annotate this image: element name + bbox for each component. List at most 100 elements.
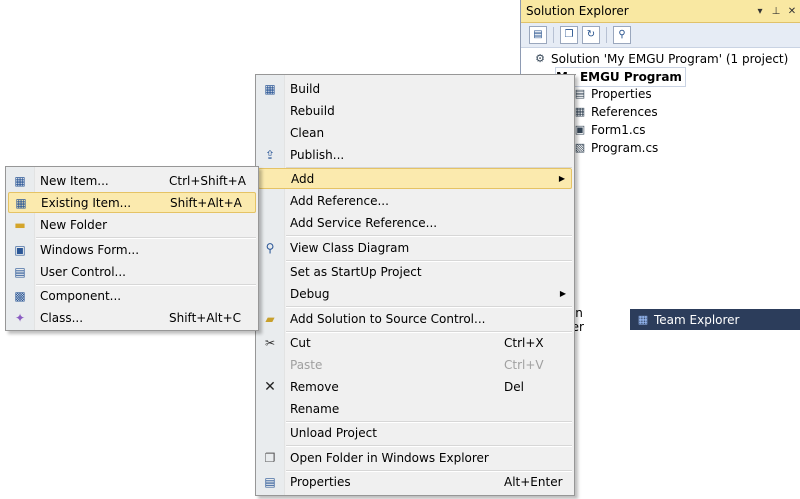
project-context-menu: ▦ Build Rebuild Clean ⇪ Publish... Add ▶… (255, 74, 575, 496)
toolbar-separator (553, 27, 554, 43)
tree-item-form1[interactable]: ▣ Form1.cs (573, 121, 646, 139)
menu-item-user-control[interactable]: ▤ User Control... (8, 261, 256, 282)
publish-icon: ⇪ (264, 147, 276, 162)
menu-item-rename[interactable]: Rename (258, 398, 572, 419)
team-explorer-icon: ▦ (637, 312, 649, 326)
menu-item-cut[interactable]: ✂ Cut Ctrl+X (258, 332, 572, 353)
cut-icon: ✂ (264, 335, 276, 350)
submenu-arrow-icon: ▶ (559, 289, 566, 298)
form-file-icon: ▣ (574, 123, 586, 136)
tree-item-references[interactable]: ▦ References (573, 103, 658, 121)
references-icon: ▦ (574, 105, 586, 118)
solution-icon: ⚙ (535, 52, 545, 65)
menu-item-label: New Folder (40, 217, 108, 232)
close-icon[interactable]: ✕ (784, 6, 800, 17)
menu-item-label: Add Reference... (290, 193, 389, 208)
menu-item-label: Add Service Reference... (290, 215, 438, 230)
shortcut-label: Del (504, 379, 524, 394)
shortcut-label: Ctrl+V (504, 357, 544, 372)
properties-icon[interactable]: ▤ (529, 26, 547, 44)
tree-item-properties[interactable]: ▤ Properties (573, 85, 652, 103)
menu-item-label: Component... (40, 288, 122, 303)
add-submenu: ▦ New Item... Ctrl+Shift+A ▦ Existing It… (5, 166, 259, 331)
remove-icon: ✕ (264, 378, 276, 395)
build-icon: ▦ (264, 81, 276, 96)
menu-item-label: Add (291, 171, 315, 186)
component-icon: ▩ (14, 288, 26, 303)
menu-item-label: User Control... (40, 264, 126, 279)
menu-item-class[interactable]: ✦ Class... Shift+Alt+C (8, 307, 256, 328)
menu-item-build[interactable]: ▦ Build (258, 78, 572, 99)
menu-item-debug[interactable]: Debug ▶ (258, 283, 572, 304)
menu-item-publish[interactable]: ⇪ Publish... (258, 144, 572, 165)
refresh-icon[interactable]: ↻ (582, 26, 600, 44)
shortcut-label: Ctrl+X (504, 335, 544, 350)
tree-item-label: Form1.cs (591, 123, 646, 137)
menu-item-label: Existing Item... (41, 195, 132, 210)
open-folder-icon: ❐ (264, 450, 276, 465)
tree-item-label: Properties (591, 87, 652, 101)
tree-solution-node[interactable]: ⚙ Solution 'My EMGU Program' (1 project) (533, 50, 788, 68)
cs-file-icon: ▧ (574, 141, 586, 154)
class-diagram-icon: ⚲ (265, 240, 275, 255)
menu-item-new-folder[interactable]: ▬ New Folder (8, 214, 256, 235)
source-control-icon: ▰ (265, 311, 275, 326)
menu-item-label: Paste (290, 357, 323, 372)
menu-item-existing-item[interactable]: ▦ Existing Item... Shift+Alt+A (8, 192, 256, 213)
menu-item-label: Windows Form... (40, 242, 140, 257)
menu-item-add-service-reference[interactable]: Add Service Reference... (258, 212, 572, 233)
menu-item-remove[interactable]: ✕ Remove Del (258, 376, 572, 397)
menu-item-label: Unload Project (290, 425, 377, 440)
menu-item-add[interactable]: Add ▶ (258, 168, 572, 189)
menu-item-label: Set as StartUp Project (290, 264, 422, 279)
menu-item-open-folder[interactable]: ❐ Open Folder in Windows Explorer (258, 447, 572, 468)
shortcut-label: Shift+Alt+C (169, 310, 242, 325)
menu-item-label: Rename (290, 401, 340, 416)
menu-item-label: Rebuild (290, 103, 335, 118)
tree-item-program[interactable]: ▧ Program.cs (573, 139, 659, 157)
menu-item-new-item[interactable]: ▦ New Item... Ctrl+Shift+A (8, 170, 256, 191)
tree-item-label: References (591, 105, 658, 119)
menu-item-add-to-source-control[interactable]: ▰ Add Solution to Source Control... (258, 308, 572, 329)
user-control-icon: ▤ (14, 264, 26, 279)
menu-item-label: New Item... (40, 173, 109, 188)
solution-label: Solution 'My EMGU Program' (1 project) (551, 52, 789, 66)
menu-item-component[interactable]: ▩ Component... (8, 285, 256, 306)
tab-team-explorer[interactable]: ▦ Team Explorer (630, 309, 746, 330)
menu-item-label: Clean (290, 125, 325, 140)
menu-item-add-reference[interactable]: Add Reference... (258, 190, 572, 211)
class-icon: ✦ (14, 310, 26, 325)
menu-item-set-startup[interactable]: Set as StartUp Project (258, 261, 572, 282)
shortcut-label: Alt+Enter (504, 474, 563, 489)
solution-explorer-toolbar: ▤ ❐ ↻ ⚲ (521, 23, 800, 48)
menu-item-label: View Class Diagram (290, 240, 410, 255)
menu-item-label: Publish... (290, 147, 345, 162)
tree-item-label: Program.cs (591, 141, 659, 155)
panel-title: Solution Explorer (526, 4, 629, 18)
menu-item-paste[interactable]: Paste Ctrl+V (258, 354, 572, 375)
submenu-arrow-icon: ▶ (558, 174, 565, 183)
menu-item-view-class-diagram[interactable]: ⚲ View Class Diagram (258, 237, 572, 258)
menu-item-label: Add Solution to Source Control... (290, 311, 486, 326)
menu-item-label: Debug (290, 286, 330, 301)
tab-label: Team Explorer (654, 312, 740, 327)
shortcut-label: Ctrl+Shift+A (169, 173, 246, 188)
pin-icon[interactable]: ⊥ (768, 6, 784, 17)
menu-item-windows-form[interactable]: ▣ Windows Form... (8, 239, 256, 260)
menu-item-rebuild[interactable]: Rebuild (258, 100, 572, 121)
show-all-files-icon[interactable]: ❐ (560, 26, 578, 44)
dropdown-icon[interactable]: ▾ (752, 6, 768, 17)
menu-item-label: Properties (290, 474, 351, 489)
view-class-diagram-icon[interactable]: ⚲ (613, 26, 631, 44)
toolbar-separator (606, 27, 607, 43)
menu-item-label: Remove (290, 379, 339, 394)
properties-icon: ▤ (264, 474, 276, 489)
menu-item-label: Cut (290, 335, 311, 350)
windows-form-icon: ▣ (14, 242, 26, 257)
solution-explorer-title-bar: Solution Explorer ▾ ⊥ ✕ (521, 0, 800, 23)
menu-item-label: Build (290, 81, 321, 96)
menu-item-unload-project[interactable]: Unload Project (258, 422, 572, 443)
menu-item-clean[interactable]: Clean (258, 122, 572, 143)
properties-folder-icon: ▤ (574, 87, 586, 100)
menu-item-properties[interactable]: ▤ Properties Alt+Enter (258, 471, 572, 492)
